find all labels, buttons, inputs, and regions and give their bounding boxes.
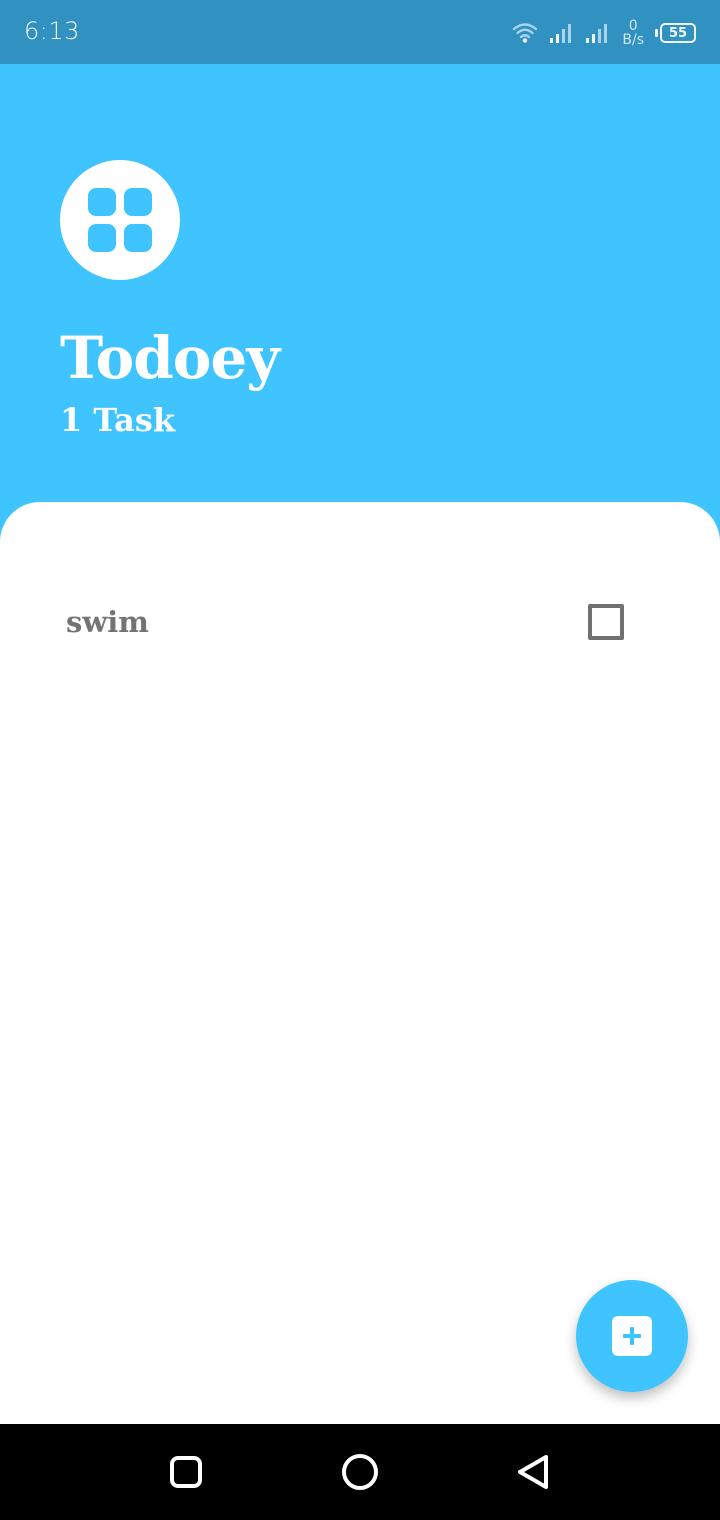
- status-bar: 6:13 0 B/s 55: [0, 0, 720, 64]
- status-time: 6:13: [24, 17, 80, 45]
- plus-icon: [612, 1316, 652, 1356]
- app-title: Todoey: [60, 324, 280, 392]
- grid-tile: [124, 188, 152, 216]
- wifi-icon: [512, 22, 538, 44]
- network-speed-unit: B/s: [622, 32, 644, 48]
- grid-tile: [88, 188, 116, 216]
- navigation-bar: [0, 1424, 720, 1520]
- add-task-button[interactable]: [576, 1280, 688, 1392]
- home-circle-icon[interactable]: [336, 1448, 384, 1496]
- network-speed-value: 0: [628, 18, 638, 34]
- task-count: 1 Task: [60, 401, 176, 439]
- grid-tile: [124, 224, 152, 252]
- signal-icon: [548, 22, 574, 44]
- grid-tile: [88, 224, 116, 252]
- task-label: swim: [66, 605, 149, 639]
- battery-level: 55: [668, 25, 688, 41]
- network-speed: 0 B/s: [622, 19, 644, 47]
- signal-icon: [584, 22, 610, 44]
- status-icons: 0 B/s 55: [512, 16, 696, 50]
- grid-icon: [60, 160, 180, 280]
- back-triangle-icon[interactable]: [510, 1448, 558, 1496]
- task-checkbox[interactable]: [588, 604, 624, 640]
- task-item[interactable]: swim: [0, 594, 720, 650]
- battery-icon: 55: [655, 23, 696, 43]
- recents-square-icon[interactable]: [162, 1448, 210, 1496]
